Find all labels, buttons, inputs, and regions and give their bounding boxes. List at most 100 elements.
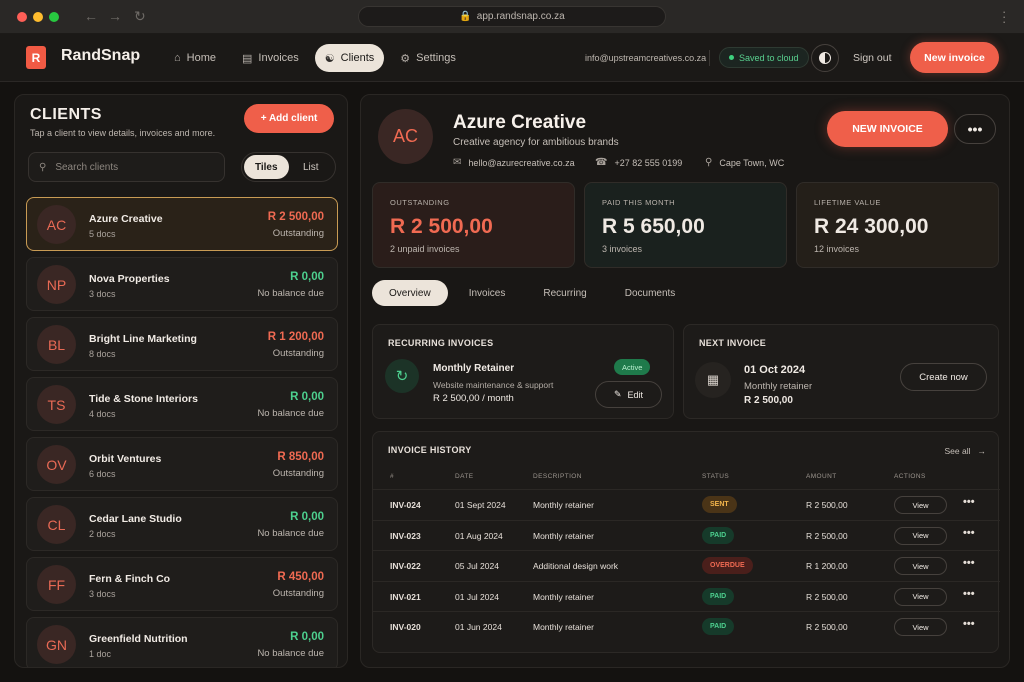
client-balance-status: No balance due <box>257 288 324 299</box>
client-tile[interactable]: GN Greenfield Nutrition 1 doc R 0,00 No bala… <box>26 617 338 667</box>
client-name: Azure Creative <box>453 112 587 133</box>
client-name: Azure Creative <box>89 213 163 225</box>
client-phone[interactable]: ☎ +27 82 555 0199 <box>595 157 682 168</box>
stat-card-outstanding: OUTSTANDING R 2 500,00 2 unpaid invoices <box>372 182 575 268</box>
more-horizontal-icon[interactable]: ••• <box>963 496 975 508</box>
nav-home[interactable]: ⌂ Home <box>164 44 226 72</box>
more-horizontal-icon[interactable]: ••• <box>963 618 975 630</box>
view-invoice-button[interactable]: View <box>894 587 947 606</box>
tab-invoices[interactable]: Invoices <box>452 280 523 306</box>
stat-card-paid-this-month: PAID THIS MONTH R 5 650,00 3 invoices <box>584 182 787 268</box>
avatar: AC <box>37 205 76 244</box>
client-doc-count: 2 docs <box>89 529 116 539</box>
theme-toggle-button[interactable] <box>811 44 839 72</box>
nav-invoices[interactable]: ▤ Invoices <box>232 44 309 72</box>
sign-out-link[interactable]: Sign out <box>853 52 892 64</box>
column-header: STATUS <box>702 473 730 480</box>
status-badge: Active <box>614 359 651 375</box>
client-balance: R 0,00 <box>290 631 324 643</box>
add-client-button[interactable]: + Add client <box>244 104 334 133</box>
search-input[interactable] <box>55 161 206 173</box>
view-invoice-button[interactable]: View <box>894 526 947 545</box>
client-email[interactable]: ✉ hello@azurecreative.co.za <box>453 157 575 168</box>
stat-note: 3 invoices <box>602 244 643 254</box>
home-icon: ⌂ <box>174 52 181 64</box>
nav-clients[interactable]: ☯ Clients <box>314 44 385 72</box>
status-badge: OVERDUE <box>702 557 753 574</box>
tab-overview[interactable]: Overview <box>372 280 448 306</box>
status-badge: PAID <box>702 526 735 544</box>
mail-icon: ✉ <box>453 157 462 168</box>
client-tile[interactable]: FF Fern & Finch Co 3 docs R 450,00 Outstandi… <box>26 557 338 611</box>
table-header: # DATE DESCRIPTION STATUS AMOUNT ACTIONS <box>373 473 1000 489</box>
invoice-date: 01 Aug 2024 <box>455 530 503 541</box>
view-invoice-button[interactable]: View <box>894 557 947 575</box>
client-balance: R 850,00 <box>277 451 324 463</box>
client-new-invoice-button[interactable]: NEW INVOICE <box>827 111 948 147</box>
client-tile[interactable]: NP Nova Properties 3 docs R 0,00 No balance … <box>26 257 338 311</box>
forward-arrow-icon[interactable]: → <box>108 8 122 24</box>
list-view-button[interactable]: List <box>289 155 334 179</box>
address-bar[interactable]: 🔒 app.randsnap.co.za <box>358 6 666 27</box>
client-list: AC Azure Creative 5 docs R 2 500,00 Outstand… <box>26 197 338 667</box>
client-tile[interactable]: BL Bright Line Marketing 8 docs R 1 200,00 O… <box>26 317 338 371</box>
recurring-name: Monthly Retainer <box>433 363 515 374</box>
invoice-number: INV-024 <box>390 500 421 510</box>
card-title: NEXT INVOICE <box>699 338 767 348</box>
invoice-description: Additional design work <box>533 561 619 571</box>
more-horizontal-icon[interactable]: ••• <box>963 527 975 539</box>
stat-value: R 5 650,00 <box>602 215 705 238</box>
top-navigation: ⌂ Home ▤ Invoices ☯ Clients ⚙ Settings <box>164 44 466 72</box>
view-invoice-button[interactable]: View <box>894 496 947 514</box>
stat-label: OUTSTANDING <box>390 198 450 207</box>
invoice-amount: R 2 500,00 <box>806 500 848 510</box>
invoice-number: INV-022 <box>390 561 421 571</box>
client-tile[interactable]: CL Cedar Lane Studio 2 docs R 0,00 No balanc… <box>26 497 338 551</box>
more-options-button[interactable]: ••• <box>954 114 996 144</box>
edit-recurring-button[interactable]: ✎ Edit <box>595 381 662 408</box>
column-header: DESCRIPTION <box>533 473 582 480</box>
client-doc-count: 1 doc <box>89 649 112 659</box>
more-horizontal-icon[interactable]: ••• <box>963 588 975 600</box>
tab-recurring[interactable]: Recurring <box>526 280 603 306</box>
client-tile[interactable]: AC Azure Creative 5 docs R 2 500,00 Outstand… <box>26 197 338 251</box>
status-badge: SENT <box>702 496 737 513</box>
users-icon: ☯ <box>324 52 335 65</box>
invoice-number: INV-021 <box>390 591 421 602</box>
tiles-view-button[interactable]: Tiles <box>244 155 289 179</box>
client-balance: R 450,00 <box>277 571 324 583</box>
table-row[interactable]: INV-022 05 Jul 2024 Additional design work… <box>373 550 1000 580</box>
table-row[interactable]: INV-021 01 Jul 2024 Monthly retainer PAID R … <box>373 580 1000 611</box>
more-horizontal-icon[interactable]: ••• <box>963 557 975 569</box>
minimize-window-dot[interactable] <box>33 12 43 22</box>
next-invoice-date: 01 Oct 2024 <box>744 364 806 376</box>
panel-title: CLIENTS <box>30 106 102 123</box>
calendar-icon: ▦ <box>695 362 731 398</box>
client-name: Bright Line Marketing <box>89 333 197 345</box>
gear-icon: ⚙ <box>400 52 411 65</box>
new-invoice-button[interactable]: New invoice <box>910 42 999 73</box>
client-tile[interactable]: OV Orbit Ventures 6 docs R 850,00 Outstandin… <box>26 437 338 491</box>
column-header: ACTIONS <box>894 473 926 480</box>
arrow-right-icon: → <box>977 446 987 456</box>
view-invoice-button[interactable]: View <box>894 618 947 636</box>
stat-value: R 2 500,00 <box>390 215 493 238</box>
reload-icon[interactable]: ↻ <box>134 8 146 25</box>
table-row[interactable]: INV-020 01 Jun 2024 Monthly retainer PAID R … <box>373 611 1000 641</box>
nav-settings[interactable]: ⚙ Settings <box>390 44 466 72</box>
tab-documents[interactable]: Documents <box>608 280 693 306</box>
maximize-window-dot[interactable] <box>49 12 59 22</box>
close-window-dot[interactable] <box>17 12 27 22</box>
table-row[interactable]: INV-024 01 Sept 2024 Monthly retainer SENT R… <box>373 489 1000 519</box>
client-tile[interactable]: TS Tide & Stone Interiors 4 docs R 0,00 No b… <box>26 377 338 431</box>
browser-menu-icon[interactable]: · · · <box>1002 5 1006 28</box>
client-name: Fern & Finch Co <box>89 573 171 585</box>
client-balance: R 2 500,00 <box>267 211 324 223</box>
avatar: OV <box>37 445 76 484</box>
create-now-button[interactable]: Create now <box>900 363 987 391</box>
table-row[interactable]: INV-023 01 Aug 2024 Monthly retainer PAID R … <box>373 519 1000 550</box>
see-all-link[interactable]: See all → <box>945 446 987 456</box>
invoice-date: 05 Jul 2024 <box>455 561 499 571</box>
back-arrow-icon[interactable]: ← <box>84 8 98 24</box>
invoice-description: Monthly retainer <box>533 591 594 602</box>
